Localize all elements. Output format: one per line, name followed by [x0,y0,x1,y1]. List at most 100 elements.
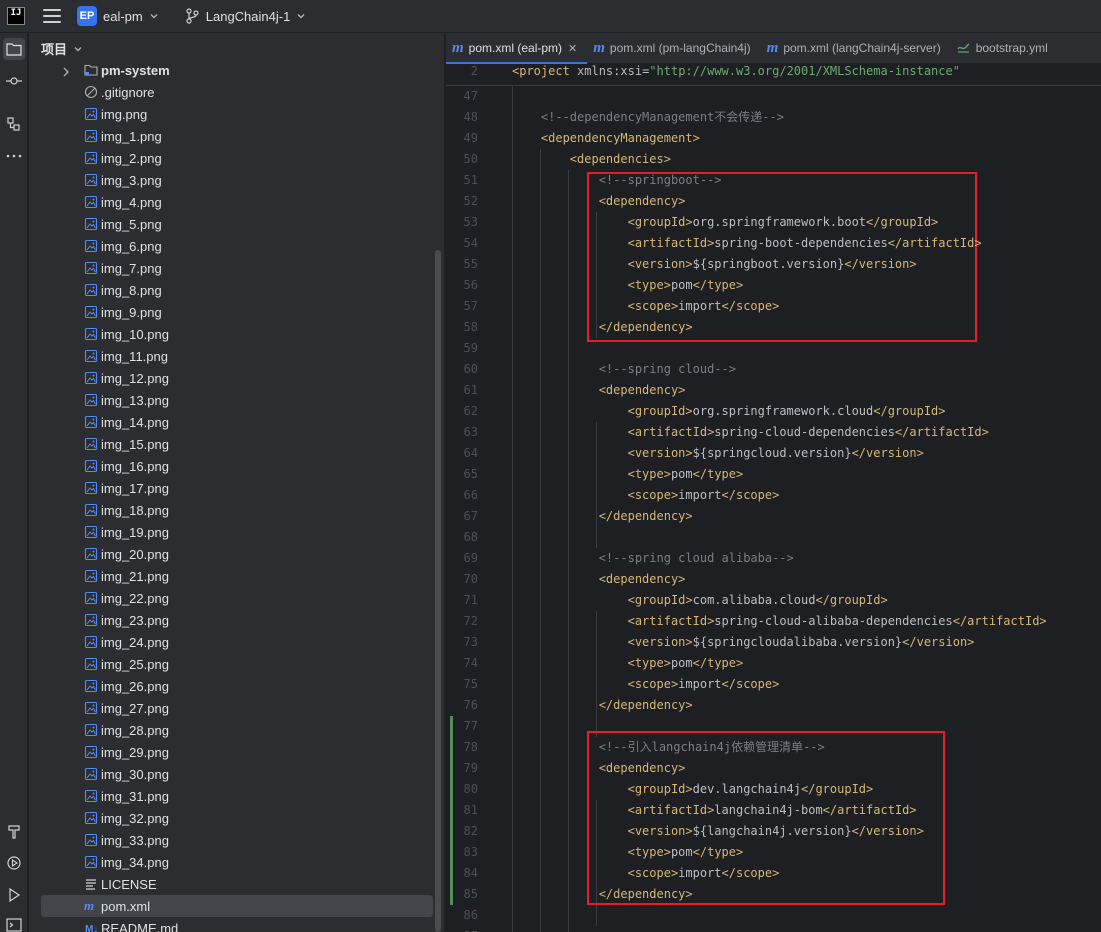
tree-file[interactable]: img_26.png [29,675,444,697]
line-number[interactable]: 82 [446,821,478,842]
tree-file[interactable]: img_33.png [29,829,444,851]
tree-file[interactable]: img_24.png [29,631,444,653]
line-number[interactable]: 57 [446,296,478,317]
line-number[interactable]: 63 [446,422,478,443]
editor-tab[interactable]: m pom.xml (eal-pm) ✕ [446,33,588,64]
code-line[interactable]: 70 <dependency> [446,569,1101,590]
line-number[interactable]: 64 [446,443,478,464]
code-line[interactable]: 69 <!--spring cloud alibaba--> [446,548,1101,569]
code-line[interactable]: 72 <artifactId>spring-cloud-alibaba-depe… [446,611,1101,632]
line-number[interactable]: 83 [446,842,478,863]
code-line[interactable]: 47 [446,86,1101,107]
main-menu-icon[interactable] [43,9,61,23]
code-line[interactable]: 53 <groupId>org.springframework.boot</gr… [446,212,1101,233]
line-number[interactable]: 76 [446,695,478,716]
code-line[interactable]: 74 <type>pom</type> [446,653,1101,674]
line-number[interactable]: 68 [446,527,478,548]
code-line[interactable]: 49 <dependencyManagement> [446,128,1101,149]
project-tree-scrollbar[interactable] [435,250,441,932]
tree-folder[interactable]: pm-system [29,59,444,81]
line-number[interactable]: 78 [446,737,478,758]
line-number[interactable]: 66 [446,485,478,506]
line-number[interactable]: 75 [446,674,478,695]
run-icon[interactable] [3,884,25,906]
code-line[interactable]: 84 <scope>import</scope> [446,863,1101,884]
code-line[interactable]: 63 <artifactId>spring-cloud-dependencies… [446,422,1101,443]
line-number[interactable]: 86 [446,905,478,926]
code-line[interactable]: 83 <type>pom</type> [446,842,1101,863]
tree-file[interactable]: img_17.png [29,477,444,499]
tree-file[interactable]: img_29.png [29,741,444,763]
code-line[interactable]: 56 <type>pom</type> [446,275,1101,296]
line-number[interactable]: 47 [446,86,478,107]
code-line[interactable]: 67 </dependency> [446,506,1101,527]
line-number[interactable]: 87 [446,926,478,932]
tree-file[interactable]: img_12.png [29,367,444,389]
line-number[interactable]: 70 [446,569,478,590]
project-switcher[interactable]: eal-pm [103,9,143,24]
branch-switcher[interactable]: LangChain4j-1 [206,9,291,24]
chevron-down-icon[interactable] [149,11,159,21]
line-number[interactable]: 59 [446,338,478,359]
tree-file[interactable]: img_31.png [29,785,444,807]
line-number[interactable]: 53 [446,212,478,233]
chevron-right-icon[interactable] [62,65,70,77]
tree-file[interactable]: img_19.png [29,521,444,543]
line-number[interactable]: 67 [446,506,478,527]
commit-icon[interactable] [3,70,25,92]
tree-file[interactable]: img_10.png [29,323,444,345]
line-number[interactable]: 79 [446,758,478,779]
tree-file[interactable]: img_5.png [29,213,444,235]
tree-file[interactable]: img_1.png [29,125,444,147]
app-logo-icon[interactable]: IJ [7,7,25,25]
editor-tab[interactable]: m pom.xml (langChain4j-server) [761,33,951,63]
code-line[interactable]: 82 <version>${langchain4j.version}</vers… [446,821,1101,842]
tree-file[interactable]: img.png [29,103,444,125]
code-line[interactable]: 65 <type>pom</type> [446,464,1101,485]
code-line[interactable]: 64 <version>${springcloud.version}</vers… [446,443,1101,464]
tree-file[interactable]: img_23.png [29,609,444,631]
code-line[interactable]: 61 <dependency> [446,380,1101,401]
code-line[interactable]: 85 </dependency> [446,884,1101,905]
git-branch-icon[interactable] [185,8,199,24]
line-number[interactable]: 77 [446,716,478,737]
tree-file[interactable]: M↓ README.md [29,917,444,932]
code-line[interactable]: 60 <!--spring cloud--> [446,359,1101,380]
line-number[interactable]: 50 [446,149,478,170]
line-number[interactable]: 60 [446,359,478,380]
line-number[interactable]: 49 [446,128,478,149]
code-line[interactable]: 66 <scope>import</scope> [446,485,1101,506]
tree-file[interactable]: img_22.png [29,587,444,609]
line-number[interactable]: 74 [446,653,478,674]
tree-file[interactable]: img_32.png [29,807,444,829]
code-line[interactable]: 77 [446,716,1101,737]
tree-file[interactable]: img_20.png [29,543,444,565]
code-line[interactable]: 73 <version>${springcloudalibaba.version… [446,632,1101,653]
tree-file[interactable]: img_28.png [29,719,444,741]
tree-file[interactable]: img_4.png [29,191,444,213]
line-number[interactable]: 71 [446,590,478,611]
line-number[interactable]: 61 [446,380,478,401]
build-icon[interactable] [3,821,25,843]
code-line[interactable]: 54 <artifactId>spring-boot-dependencies<… [446,233,1101,254]
line-number[interactable]: 65 [446,464,478,485]
chevron-down-icon[interactable] [73,44,83,54]
tree-file[interactable]: img_25.png [29,653,444,675]
line-number[interactable]: 81 [446,800,478,821]
code-line[interactable]: 78 <!--引入langchain4j依赖管理清单--> [446,737,1101,758]
tree-file[interactable]: img_3.png [29,169,444,191]
code-line[interactable]: 50 <dependencies> [446,149,1101,170]
tree-file[interactable]: img_27.png [29,697,444,719]
code-line[interactable]: 58 </dependency> [446,317,1101,338]
code-line[interactable]: 68 [446,527,1101,548]
tree-file[interactable]: .gitignore [29,81,444,103]
line-number[interactable]: 69 [446,548,478,569]
tree-file[interactable]: img_13.png [29,389,444,411]
services-icon[interactable] [3,852,25,874]
project-badge[interactable]: EP [77,6,97,26]
line-number[interactable]: 56 [446,275,478,296]
tree-file[interactable]: img_8.png [29,279,444,301]
close-icon[interactable]: ✕ [568,42,577,55]
structure-icon[interactable] [3,113,25,135]
code-line[interactable]: 71 <groupId>com.alibaba.cloud</groupId> [446,590,1101,611]
